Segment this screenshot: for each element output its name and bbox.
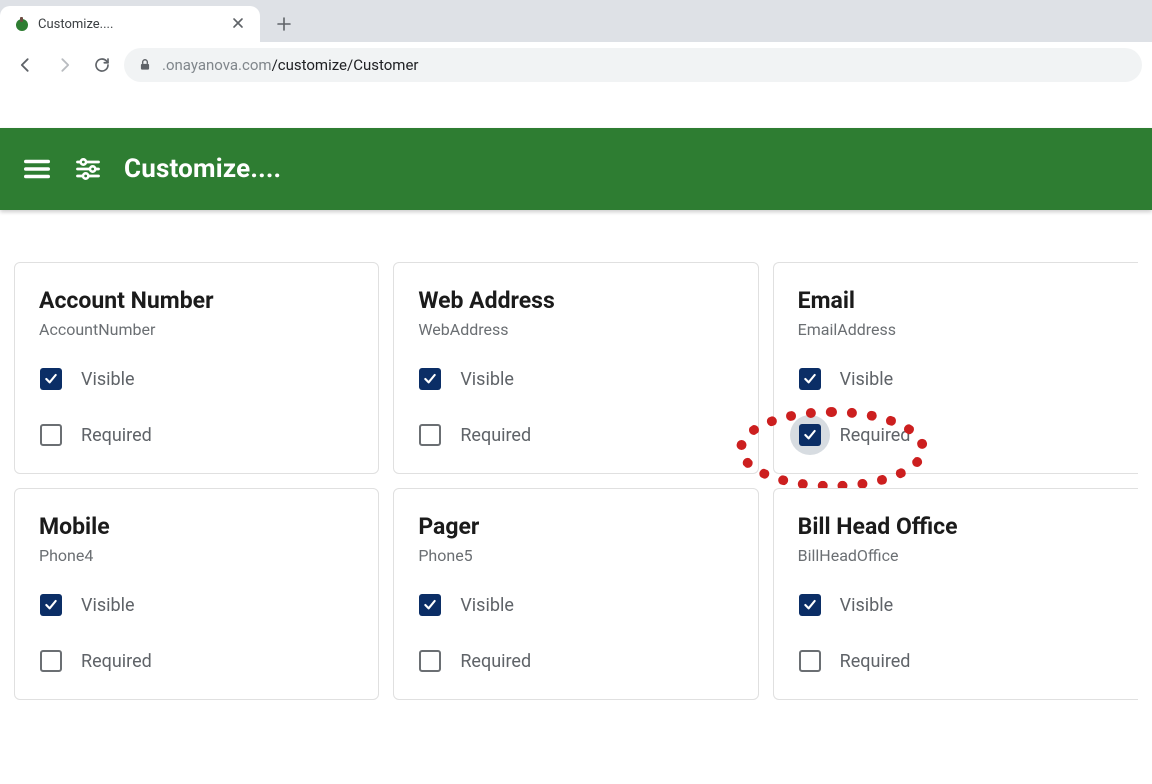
- checkbox-icon[interactable]: [419, 368, 441, 390]
- checkbox-halo: [410, 359, 450, 399]
- visible-label: Visible: [81, 595, 135, 616]
- checkbox-icon[interactable]: [419, 424, 441, 446]
- visible-label: Visible: [840, 595, 894, 616]
- lock-icon: [138, 58, 152, 72]
- page-gap: [0, 88, 1152, 128]
- card-system-name: WebAddress: [418, 320, 733, 339]
- required-row: Required: [39, 423, 354, 447]
- url-host: .onayanova.com: [162, 56, 272, 74]
- visible-row: Visible: [39, 593, 354, 617]
- checkbox-icon[interactable]: [419, 594, 441, 616]
- sliders-icon[interactable]: [74, 155, 102, 183]
- favicon-icon: [14, 16, 30, 32]
- visible-label: Visible: [840, 369, 894, 390]
- url-text: .onayanova.com/customize/Customer: [162, 56, 418, 74]
- browser-chrome: Customize.... .onayanova.com/customize/C…: [0, 0, 1152, 88]
- browser-tab[interactable]: Customize....: [0, 6, 260, 42]
- field-card: Account Number AccountNumber Visible Req…: [14, 262, 379, 474]
- checkbox-icon[interactable]: [799, 424, 821, 446]
- checkbox-icon[interactable]: [40, 424, 62, 446]
- cards-grid: Account Number AccountNumber Visible Req…: [0, 210, 1152, 700]
- tab-strip: Customize....: [0, 0, 1152, 42]
- field-card: Web Address WebAddress Visible Required: [393, 262, 758, 474]
- visible-label: Visible: [460, 369, 514, 390]
- checkbox-halo: [790, 641, 830, 681]
- card-title: Web Address: [418, 287, 733, 314]
- visible-row: Visible: [798, 593, 1114, 617]
- required-label: Required: [81, 651, 152, 672]
- visible-row: Visible: [798, 367, 1114, 391]
- required-label: Required: [460, 425, 531, 446]
- checkbox-halo: [31, 585, 71, 625]
- field-card: Mobile Phone4 Visible Required: [14, 488, 379, 700]
- checkbox-halo: [31, 415, 71, 455]
- field-card: Pager Phone5 Visible Required: [393, 488, 758, 700]
- url-path: /customize/Customer: [272, 56, 419, 74]
- checkbox-icon[interactable]: [40, 650, 62, 672]
- required-label: Required: [840, 425, 911, 446]
- required-row: Required: [418, 423, 733, 447]
- close-tab-icon[interactable]: [228, 13, 248, 36]
- card-title: Bill Head Office: [798, 513, 1114, 540]
- checkbox-halo: [410, 641, 450, 681]
- field-card: Bill Head Office BillHeadOffice Visible …: [773, 488, 1138, 700]
- checkbox-halo: [31, 359, 71, 399]
- checkbox-icon[interactable]: [799, 368, 821, 390]
- card-title: Mobile: [39, 513, 354, 540]
- card-system-name: Phone4: [39, 546, 354, 565]
- forward-button[interactable]: [48, 49, 80, 81]
- checkbox-icon[interactable]: [799, 594, 821, 616]
- visible-label: Visible: [460, 595, 514, 616]
- address-bar[interactable]: .onayanova.com/customize/Customer: [124, 48, 1142, 82]
- new-tab-button[interactable]: [270, 10, 298, 38]
- page-title: Customize....: [124, 154, 281, 184]
- required-row: Required: [798, 423, 1114, 447]
- card-title: Account Number: [39, 287, 354, 314]
- checkbox-icon[interactable]: [419, 650, 441, 672]
- required-label: Required: [81, 425, 152, 446]
- required-label: Required: [460, 651, 531, 672]
- card-system-name: AccountNumber: [39, 320, 354, 339]
- card-title: Pager: [418, 513, 733, 540]
- visible-row: Visible: [39, 367, 354, 391]
- field-card: Email EmailAddress Visible Required: [773, 262, 1138, 474]
- checkbox-icon[interactable]: [40, 368, 62, 390]
- required-row: Required: [39, 649, 354, 673]
- card-system-name: Phone5: [418, 546, 733, 565]
- toolbar: .onayanova.com/customize/Customer: [0, 42, 1152, 88]
- visible-row: Visible: [418, 367, 733, 391]
- card-system-name: EmailAddress: [798, 320, 1114, 339]
- checkbox-icon[interactable]: [799, 650, 821, 672]
- required-row: Required: [418, 649, 733, 673]
- card-title: Email: [798, 287, 1114, 314]
- tab-title: Customize....: [38, 17, 220, 32]
- visible-label: Visible: [81, 369, 135, 390]
- reload-button[interactable]: [86, 49, 118, 81]
- checkbox-icon[interactable]: [40, 594, 62, 616]
- required-label: Required: [840, 651, 911, 672]
- required-row: Required: [798, 649, 1114, 673]
- checkbox-halo: [790, 359, 830, 399]
- checkbox-halo: [410, 415, 450, 455]
- visible-row: Visible: [418, 593, 733, 617]
- checkbox-halo: [410, 585, 450, 625]
- menu-icon[interactable]: [22, 154, 52, 184]
- checkbox-halo: [790, 415, 830, 455]
- checkbox-halo: [790, 585, 830, 625]
- annotation-ellipse: [736, 407, 928, 491]
- app-bar: Customize....: [0, 128, 1152, 210]
- back-button[interactable]: [10, 49, 42, 81]
- card-system-name: BillHeadOffice: [798, 546, 1114, 565]
- checkbox-halo: [31, 641, 71, 681]
